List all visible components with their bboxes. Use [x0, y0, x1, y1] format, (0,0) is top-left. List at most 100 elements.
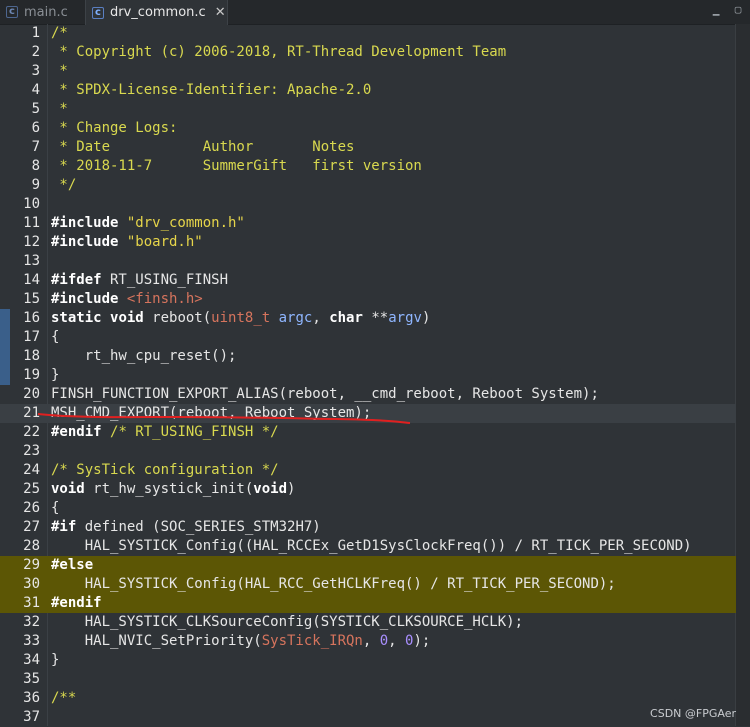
code-token: { — [51, 500, 60, 516]
code-line[interactable]: 20 FINSH_FUNCTION_EXPORT_ALIAS(reboot, __… — [0, 385, 736, 404]
code-token: void — [110, 310, 144, 326]
code-line[interactable]: 5 * — [0, 100, 736, 119]
line-number: 11 — [23, 215, 40, 231]
tab-drv-common-c[interactable]: c drv_common.c ✕ — [85, 0, 228, 25]
code-line[interactable]: 13 — [0, 252, 736, 271]
watermark: CSDN @FPGAer — [650, 707, 736, 720]
code-token: 0 — [379, 633, 389, 649]
code-line[interactable]: 9 */ — [0, 176, 736, 195]
code-line[interactable]: 33 HAL_NVIC_SetPriority(SysTick_IRQn, 0,… — [0, 632, 736, 651]
code-line[interactable]: 12 #include "board.h" — [0, 233, 736, 252]
line-number: 18 — [23, 348, 40, 364]
line-number: 24 — [23, 462, 40, 478]
code-line[interactable]: 10 — [0, 195, 736, 214]
code-line[interactable]: 23 — [0, 442, 736, 461]
code-token: #if — [51, 519, 77, 535]
code-text: #else — [51, 556, 93, 575]
line-number: 16 — [23, 310, 40, 326]
code-text: HAL_SYSTICK_Config(HAL_RCC_GetHCLKFreq()… — [51, 575, 616, 594]
code-token: * Copyright (c) 2006-2018, RT-Thread Dev… — [51, 44, 507, 60]
line-number: 36 — [23, 690, 40, 706]
code-line[interactable]: 4 * SPDX-License-Identifier: Apache-2.0 — [0, 81, 736, 100]
code-token: defined (SOC_SERIES_STM32H7) — [76, 519, 321, 535]
code-line[interactable]: 34} — [0, 651, 736, 670]
code-line[interactable]: 36 /** — [0, 689, 736, 708]
code-text: } — [51, 651, 59, 670]
code-token: HAL_SYSTICK_CLKSourceConfig(SYSTICK_CLKS… — [51, 614, 524, 630]
code-token: #include — [51, 215, 127, 231]
line-number: 29 — [23, 557, 40, 573]
code-line[interactable]: 35 — [0, 670, 736, 689]
code-token: #endif — [51, 595, 102, 611]
window-controls: ▁ ▢ — [710, 4, 744, 16]
code-line[interactable]: 19} — [0, 366, 736, 385]
line-number: 27 — [23, 519, 40, 535]
code-text: #include "drv_common.h" — [51, 214, 245, 233]
code-line[interactable]: 18 rt_hw_cpu_reset(); — [0, 347, 736, 366]
code-token: HAL_SYSTICK_Config(HAL_RCC_GetHCLKFreq()… — [51, 576, 616, 592]
code-text: * 2018-11-7 SummerGift first version — [51, 157, 421, 176]
tab-main-c[interactable]: c main.c — [2, 0, 76, 24]
code-token: * — [51, 101, 68, 117]
code-line[interactable]: 37 — [0, 708, 736, 727]
close-icon[interactable]: ✕ — [215, 5, 226, 20]
change-marker — [0, 366, 10, 385]
code-text: #ifdef RT_USING_FINSH — [51, 271, 228, 290]
code-line[interactable]: 32 HAL_SYSTICK_CLKSourceConfig(SYSTICK_C… — [0, 613, 736, 632]
change-marker — [0, 309, 10, 328]
code-editor[interactable]: 1 /* 2 * Copyright (c) 2006-2018, RT-Threa… — [0, 24, 750, 726]
code-line[interactable]: 24 /* SysTick configuration */ — [0, 461, 736, 480]
code-line[interactable]: 17 { — [0, 328, 736, 347]
code-token: RT_USING_FINSH — [101, 272, 229, 288]
code-line[interactable]: 2 * Copyright (c) 2006-2018, RT-Thread D… — [0, 43, 736, 62]
code-line[interactable]: 26 { — [0, 499, 736, 518]
line-number: 32 — [23, 614, 40, 630]
code-token: #include — [51, 234, 127, 250]
code-token: static — [51, 310, 102, 326]
code-token: /* — [51, 25, 68, 41]
code-line[interactable]: 7 * Date Author Notes — [0, 138, 736, 157]
code-line[interactable]: 31 #endif — [0, 594, 736, 613]
minimize-icon[interactable]: ▁ — [710, 4, 722, 16]
line-number: 30 — [23, 576, 40, 592]
line-number: 8 — [31, 158, 40, 174]
line-number: 12 — [23, 234, 40, 250]
line-number: 34 — [23, 652, 40, 668]
code-text: #endif — [51, 594, 102, 613]
code-token: #include — [51, 291, 127, 307]
maximize-icon[interactable]: ▢ — [732, 4, 744, 16]
code-token: rt_hw_systick_init( — [84, 481, 254, 497]
code-line[interactable]: 1 /* — [0, 24, 736, 43]
line-number: 17 — [23, 329, 40, 345]
code-line[interactable]: 8 * 2018-11-7 SummerGift first version — [0, 157, 736, 176]
line-number: 2 — [31, 44, 40, 60]
code-line[interactable]: 3 * — [0, 62, 736, 81]
code-line[interactable]: 25 void rt_hw_systick_init(void) — [0, 480, 736, 499]
code-text: * Date Author Notes — [51, 138, 354, 157]
line-number: 19 — [23, 367, 40, 383]
code-token: , — [388, 633, 406, 649]
code-line[interactable]: 14 #ifdef RT_USING_FINSH — [0, 271, 736, 290]
code-text: rt_hw_cpu_reset(); — [51, 347, 237, 366]
overview-ruler[interactable] — [735, 24, 750, 726]
code-text: /* SysTick configuration */ — [51, 461, 279, 480]
code-line[interactable]: 30 HAL_SYSTICK_Config(HAL_RCC_GetHCLKFre… — [0, 575, 736, 594]
line-number: 5 — [31, 101, 40, 117]
code-token: SysTick_IRQn — [261, 633, 363, 649]
line-number: 6 — [31, 120, 40, 136]
code-token: ); — [413, 633, 431, 649]
code-line[interactable]: 29 #else — [0, 556, 736, 575]
code-text: */ — [51, 176, 76, 195]
code-line[interactable]: 28 HAL_SYSTICK_Config((HAL_RCCEx_GetD1Sy… — [0, 537, 736, 556]
code-text: /** — [51, 689, 76, 708]
code-text: * — [51, 62, 67, 81]
code-line[interactable]: 15 #include <finsh.h> — [0, 290, 736, 309]
code-line[interactable]: 6 * Change Logs: — [0, 119, 736, 138]
code-text: HAL_SYSTICK_CLKSourceConfig(SYSTICK_CLKS… — [51, 613, 523, 632]
line-number: 7 — [31, 139, 40, 155]
line-number: 26 — [23, 500, 40, 516]
code-token: HAL_SYSTICK_Config((HAL_RCCEx_GetD1SysCl… — [51, 538, 692, 554]
code-line[interactable]: 27 #if defined (SOC_SERIES_STM32H7) — [0, 518, 736, 537]
code-line[interactable]: 16 static void reboot(uint8_t argc, char … — [0, 309, 736, 328]
code-line[interactable]: 11 #include "drv_common.h" — [0, 214, 736, 233]
